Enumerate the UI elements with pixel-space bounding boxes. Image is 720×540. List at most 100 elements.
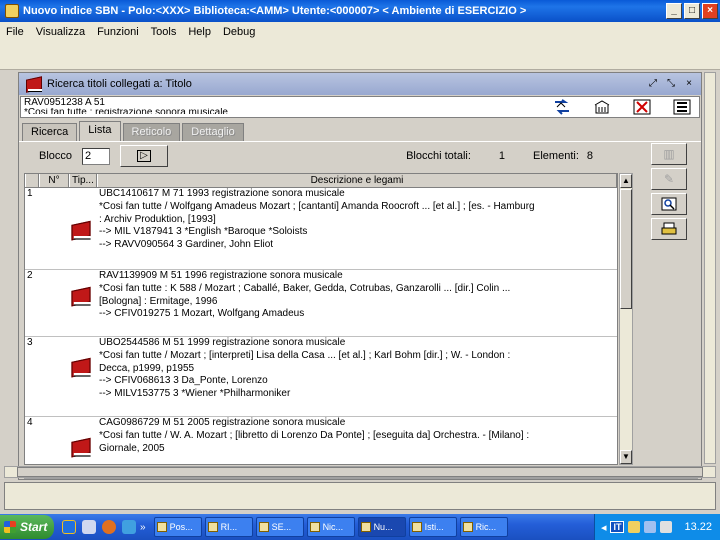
blocchi-totali-value: 1 bbox=[498, 150, 506, 162]
row-line: [Bologna] : Ermitage, 1996 bbox=[99, 295, 218, 307]
elementi-value: 8 bbox=[586, 150, 593, 162]
book-icon bbox=[70, 437, 92, 457]
table-row[interactable]: 1 UBC1410617 M 71 1993 registrazione son… bbox=[25, 188, 617, 270]
internal-frame: Ricerca titoli collegati a: Titolo ⤢ ⤡ ×… bbox=[18, 72, 702, 480]
tab-lista[interactable]: Lista bbox=[79, 121, 121, 141]
scroll-thumb[interactable] bbox=[620, 189, 632, 309]
toolbar-area bbox=[0, 42, 720, 70]
task-button[interactable]: Ric... bbox=[459, 517, 508, 537]
table-vertical-scrollbar[interactable]: ▲ ▼ bbox=[619, 173, 633, 465]
tray-app-icon[interactable] bbox=[628, 521, 641, 533]
table-header: N° Tip... Descrizione e legami bbox=[25, 174, 617, 188]
building-icon[interactable] bbox=[591, 97, 613, 117]
start-button[interactable]: Start bbox=[0, 515, 54, 539]
elementi-label: Elementi: bbox=[533, 150, 579, 162]
menu-help[interactable]: Help bbox=[182, 26, 217, 38]
row-line: UBO2544586 M 51 1999 registrazione sonor… bbox=[99, 337, 346, 348]
desktop-horizontal-scrollbar[interactable] bbox=[4, 466, 716, 478]
list-icon[interactable] bbox=[671, 97, 693, 117]
row-line: --> RAVV090564 3 Gardiner, John Eliot bbox=[99, 239, 274, 251]
menu-debug[interactable]: Debug bbox=[217, 26, 261, 38]
row-line: *Cosi fan tutte / Mozart ; [interpreti] … bbox=[99, 349, 511, 361]
outer-hscroll-thumb[interactable] bbox=[17, 467, 703, 477]
row-line: *Cosi fan tutte / W. A. Mozart ; [libret… bbox=[99, 429, 530, 441]
books-icon[interactable]: ▥ bbox=[651, 143, 687, 165]
edit-icon[interactable]: ✎ bbox=[651, 168, 687, 190]
task-button[interactable]: Pos... bbox=[153, 517, 202, 537]
quick-launch bbox=[62, 520, 136, 534]
search-icon[interactable] bbox=[651, 193, 687, 215]
windows-logo-icon bbox=[4, 521, 16, 533]
frame-resize-button[interactable]: ⤡ bbox=[665, 78, 677, 90]
book-icon bbox=[70, 357, 92, 377]
tab-ricerca[interactable]: Ricerca bbox=[22, 123, 78, 141]
delete-icon[interactable] bbox=[631, 97, 653, 117]
row-line: CAG0986729 M 51 2005 registrazione sonor… bbox=[99, 417, 346, 428]
row-number: 2 bbox=[27, 270, 33, 281]
menu-tools[interactable]: Tools bbox=[145, 26, 183, 38]
results-table: N° Tip... Descrizione e legami 1 UBC1410… bbox=[24, 173, 618, 465]
media-icon[interactable] bbox=[122, 520, 136, 534]
firefox-icon[interactable] bbox=[102, 520, 116, 534]
task-button[interactable]: Isti... bbox=[408, 517, 457, 537]
close-button[interactable]: × bbox=[702, 3, 718, 19]
record-header: RAV0951238 A 51 *Cosi fan tutte ; regist… bbox=[20, 96, 700, 118]
table-row[interactable]: 3 UBO2544586 M 51 1999 registrazione son… bbox=[25, 337, 617, 417]
row-line: --> MILV153775 3 *Wiener *Philharmoniker bbox=[99, 388, 291, 400]
network-icon[interactable] bbox=[644, 521, 657, 533]
book-icon bbox=[70, 286, 92, 306]
system-tray: ◂ IT 13.22 bbox=[593, 514, 720, 540]
row-line: RAV1139909 M 51 1996 registrazione sonor… bbox=[99, 270, 343, 281]
header-tipo[interactable]: Tip... bbox=[69, 174, 97, 187]
tab-reticolo: Reticolo bbox=[122, 123, 181, 141]
task-button[interactable]: Nu... bbox=[357, 517, 406, 537]
print-icon[interactable] bbox=[651, 218, 687, 240]
side-toolbar: ▥ ✎ bbox=[651, 143, 687, 240]
row-number: 1 bbox=[27, 188, 33, 199]
row-line: Decca, p1999, p1955 bbox=[99, 362, 195, 374]
menu-file[interactable]: File bbox=[0, 26, 30, 38]
table-row[interactable]: 4 CAG0986729 M 51 2005 registrazione son… bbox=[25, 417, 617, 464]
swap-icon[interactable] bbox=[551, 97, 573, 117]
ie-icon[interactable] bbox=[62, 520, 76, 534]
scroll-down-icon[interactable]: ▼ bbox=[620, 450, 632, 464]
blocchi-totali-label: Blocchi totali: bbox=[406, 150, 471, 162]
desktop-vertical-scrollbar[interactable] bbox=[704, 72, 716, 464]
header-descrizione[interactable]: Descrizione e legami bbox=[97, 174, 617, 187]
book-icon bbox=[70, 220, 92, 240]
next-block-button[interactable]: ▷ bbox=[120, 145, 169, 167]
scroll-up-icon[interactable]: ▲ bbox=[620, 174, 632, 188]
table-row[interactable]: 2 RAV1139909 M 51 1996 registrazione son… bbox=[25, 270, 617, 337]
task-button[interactable]: SE... bbox=[255, 517, 304, 537]
book-icon bbox=[25, 76, 43, 92]
quicklaunch-chevron[interactable]: » bbox=[140, 522, 146, 533]
row-line: --> MIL V187941 3 *English *Baroque *Sol… bbox=[99, 226, 308, 238]
clock: 13.22 bbox=[684, 521, 712, 533]
task-button[interactable]: Nic... bbox=[306, 517, 355, 537]
next-icon: ▷ bbox=[137, 150, 151, 162]
row-line: --> CFIV019275 1 Mozart, Wolfgang Amadeu… bbox=[99, 308, 305, 320]
menu-visualizza[interactable]: Visualizza bbox=[30, 26, 91, 38]
blocco-input[interactable]: 2 bbox=[82, 147, 111, 165]
blocco-label: Blocco bbox=[39, 150, 73, 162]
menu-bar: File Visualizza Funzioni Tools Help Debu… bbox=[0, 22, 720, 42]
row-line: : Archiv Produktion, [1993] bbox=[99, 213, 216, 225]
menu-funzioni[interactable]: Funzioni bbox=[91, 26, 145, 38]
maximize-button[interactable]: □ bbox=[684, 3, 700, 19]
language-indicator[interactable]: IT bbox=[610, 521, 625, 533]
row-line: --> CFIV068613 3 Da_Ponte, Lorenzo bbox=[99, 375, 268, 387]
desktop-icon[interactable] bbox=[82, 520, 96, 534]
frame-close-button[interactable]: × bbox=[683, 78, 695, 90]
frame-restore-button[interactable]: ⤢ bbox=[647, 78, 659, 90]
taskbar: Start » Pos... RI... SE... Nic... Nu... … bbox=[0, 514, 720, 540]
window-title: Nuovo indice SBN - Polo:<XXX> Biblioteca… bbox=[23, 5, 527, 17]
task-button[interactable]: RI... bbox=[204, 517, 253, 537]
app-icon bbox=[5, 4, 19, 18]
row-number: 3 bbox=[27, 337, 33, 348]
minimize-button[interactable]: _ bbox=[666, 3, 682, 19]
tray-tool-icon[interactable] bbox=[660, 521, 673, 533]
start-label: Start bbox=[20, 520, 48, 534]
tray-arrow-icon[interactable]: ◂ bbox=[601, 521, 607, 534]
record-id: RAV0951238 A 51 bbox=[24, 97, 105, 108]
header-n[interactable]: N° bbox=[39, 174, 69, 187]
